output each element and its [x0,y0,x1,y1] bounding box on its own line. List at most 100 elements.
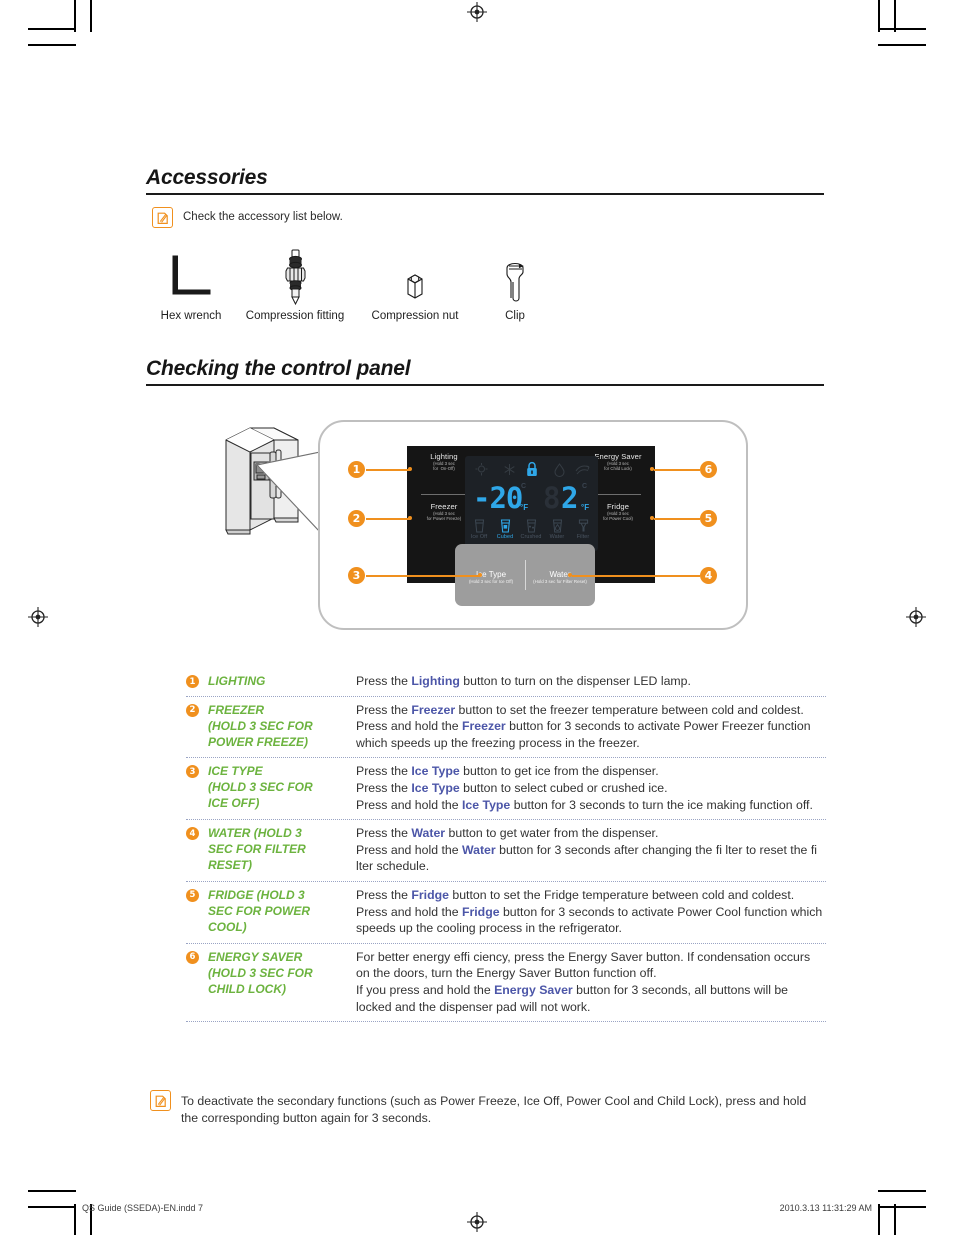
registration-target-top-icon [467,2,487,22]
table-row: 3 ICE TYPE (HOLD 3 SEC FOR ICE OFF) Press th… [186,757,826,819]
description-text: If you press and hold the [356,982,495,997]
description-text: button for 3 seconds to turn the ice mak… [510,797,813,812]
description-line: Press and hold the Freezer button for 3 … [356,718,826,751]
registration-target-left-icon [28,607,48,627]
description-text: For better energy effi ciency, press the… [356,949,811,981]
callout-marker-5: 5 [700,510,717,527]
callout-marker-1: 1 [348,461,365,478]
callout-dot-1 [408,467,412,471]
description-text: button to get water from the dispenser. [445,826,659,841]
description-text: Press the [356,674,412,688]
row-button-name: ICE TYPE (HOLD 3 SEC FOR ICE OFF) [208,764,313,811]
fridge-unit-fahrenheit: °F [581,503,590,512]
fridge-temperature-value: 2 [561,481,578,515]
callout-leader-1 [366,469,410,471]
row-button-name: WATER (HOLD 3 SEC FOR FILTER RESET) [208,826,306,873]
description-line: Press the Freezer button to set the free… [356,702,826,719]
description-line: Press the Ice Type button to get ice fro… [356,763,826,780]
row-button-name: FREEZER (HOLD 3 SEC FOR POWER FREEZE) [208,702,313,749]
callout-marker-4-label: 4 [704,569,713,582]
water-pad-sub: (Hold 3 sec for Filter Reset) [533,579,587,584]
filter-icon [570,518,596,534]
button-name-emphasis: Ice Type [411,764,460,779]
table-row: 6 ENERGY SAVER (HOLD 3 SEC FOR CHILD LOCK) F… [186,942,826,1021]
callout-dot-2 [408,516,412,520]
lcd-indicator-row [465,461,598,483]
page: Accessories Check the accessory list bel… [0,0,954,1235]
page-footer-left: QS Guide (SSEDA)-EN.indd 7 [82,1203,204,1213]
power-freeze-indicator-icon [503,463,516,482]
crushed-status: Crushed [518,518,544,540]
row-number-badge: 2 [186,703,199,717]
description-text: Press and hold the [356,797,462,812]
description-line: Press and hold the Ice Type button for 3… [356,797,826,814]
freezer-temperature-value: -20 [473,481,523,515]
row-button-name: ENERGY SAVER (HOLD 3 SEC FOR CHILD LOCK) [208,949,313,996]
accessory-label: Clip [505,310,525,322]
button-name-emphasis: Freezer [411,702,456,717]
cubed-status: Cubed [492,518,518,540]
ice-off-status: Ice Off [466,518,492,540]
row-description: Press the Water button to get water from… [356,825,826,875]
table-row: 1 LIGHTING Press the Lighting button to tu… [186,668,826,696]
callout-marker-6: 6 [700,461,717,478]
accessories-note: Check the accessory list below. [152,207,572,228]
water-pad-button[interactable]: Water (Hold 3 sec for Filter Reset) [526,570,594,584]
button-name-emphasis: Lighting [411,674,460,688]
button-name-emphasis: Ice Type [461,797,511,812]
description-line: If you press and hold the Energy Saver b… [356,982,826,1015]
row-number: 1 [186,673,208,690]
row-button-name: LIGHTING [208,674,266,688]
ice-type-pad-button[interactable]: Ice Type (Hold 3 sec for Ice Off) [457,570,525,584]
note-icon [150,1090,171,1111]
row-number-badge: 3 [186,765,199,779]
cubed-ice-icon [492,518,518,534]
row-number-badge: 4 [186,827,199,841]
row-description: Press the Ice Type button to get ice fro… [356,763,826,813]
clip-icon [475,248,555,306]
accessory-label: Compression fitting [245,310,345,322]
freezer-unit-celsius: C [521,483,527,490]
row-number-badge: 6 [186,950,199,964]
callout-leader-6 [654,469,700,471]
description-text: Press and hold the [356,719,462,734]
callout-leader-5 [654,518,700,520]
button-name-emphasis: Fridge [461,904,500,919]
registration-target-bottom-icon [467,1212,487,1232]
callout-marker-3-label: 3 [352,569,361,582]
description-text: Press and hold the [356,904,462,919]
lcd-temperatures: -20 C °F 8 2 C °F [465,481,598,519]
callout-leader-4 [572,575,700,577]
deactivate-note: To deactivate the secondary functions (s… [150,1090,820,1126]
description-line: Press the Fridge button to set the Fridg… [356,887,826,904]
accessories-heading: Accessories [146,166,824,195]
callout-marker-2: 2 [348,510,365,527]
description-text: Press the [356,764,412,779]
button-description-table: 1 LIGHTING Press the Lighting button to tu… [186,668,826,1023]
table-row: 2 FREEZER (HOLD 3 SEC FOR POWER FREEZE) Pres… [186,695,826,758]
filter-label: Filter [576,534,590,540]
control-panel-illustration: Lighting (Hold 3 sec for On-Off) Freezer … [210,412,755,637]
description-line: Press and hold the Fridge button for 3 s… [356,904,826,937]
description-line: Press the Ice Type button to select cube… [356,780,826,797]
accessory-compression-nut: Compression nut [355,248,475,322]
row-number: 5 [186,887,208,937]
row-number-badge: 5 [186,888,199,902]
power-cool-indicator-icon [553,463,566,482]
callout-marker-1-label: 1 [352,463,361,476]
callout-dot-3 [478,573,482,577]
lighting-indicator-icon [475,463,488,482]
row-number-badge: 1 [186,675,199,688]
child-lock-icon [525,461,539,483]
callout-marker-3: 3 [348,567,365,584]
hex-wrench-icon [150,248,232,306]
callout-marker-4: 4 [700,567,717,584]
accessories-note-text: Check the accessory list below. [183,211,343,223]
callout-dot-5 [650,516,654,520]
water-icon [544,518,570,534]
description-line: For better energy effi ciency, press the… [356,949,826,982]
row-number: 2 [186,702,208,752]
button-name-emphasis: Energy Saver [494,982,573,997]
accessory-label: Compression nut [371,310,459,322]
fridge-unit-celsius: C [582,483,588,490]
